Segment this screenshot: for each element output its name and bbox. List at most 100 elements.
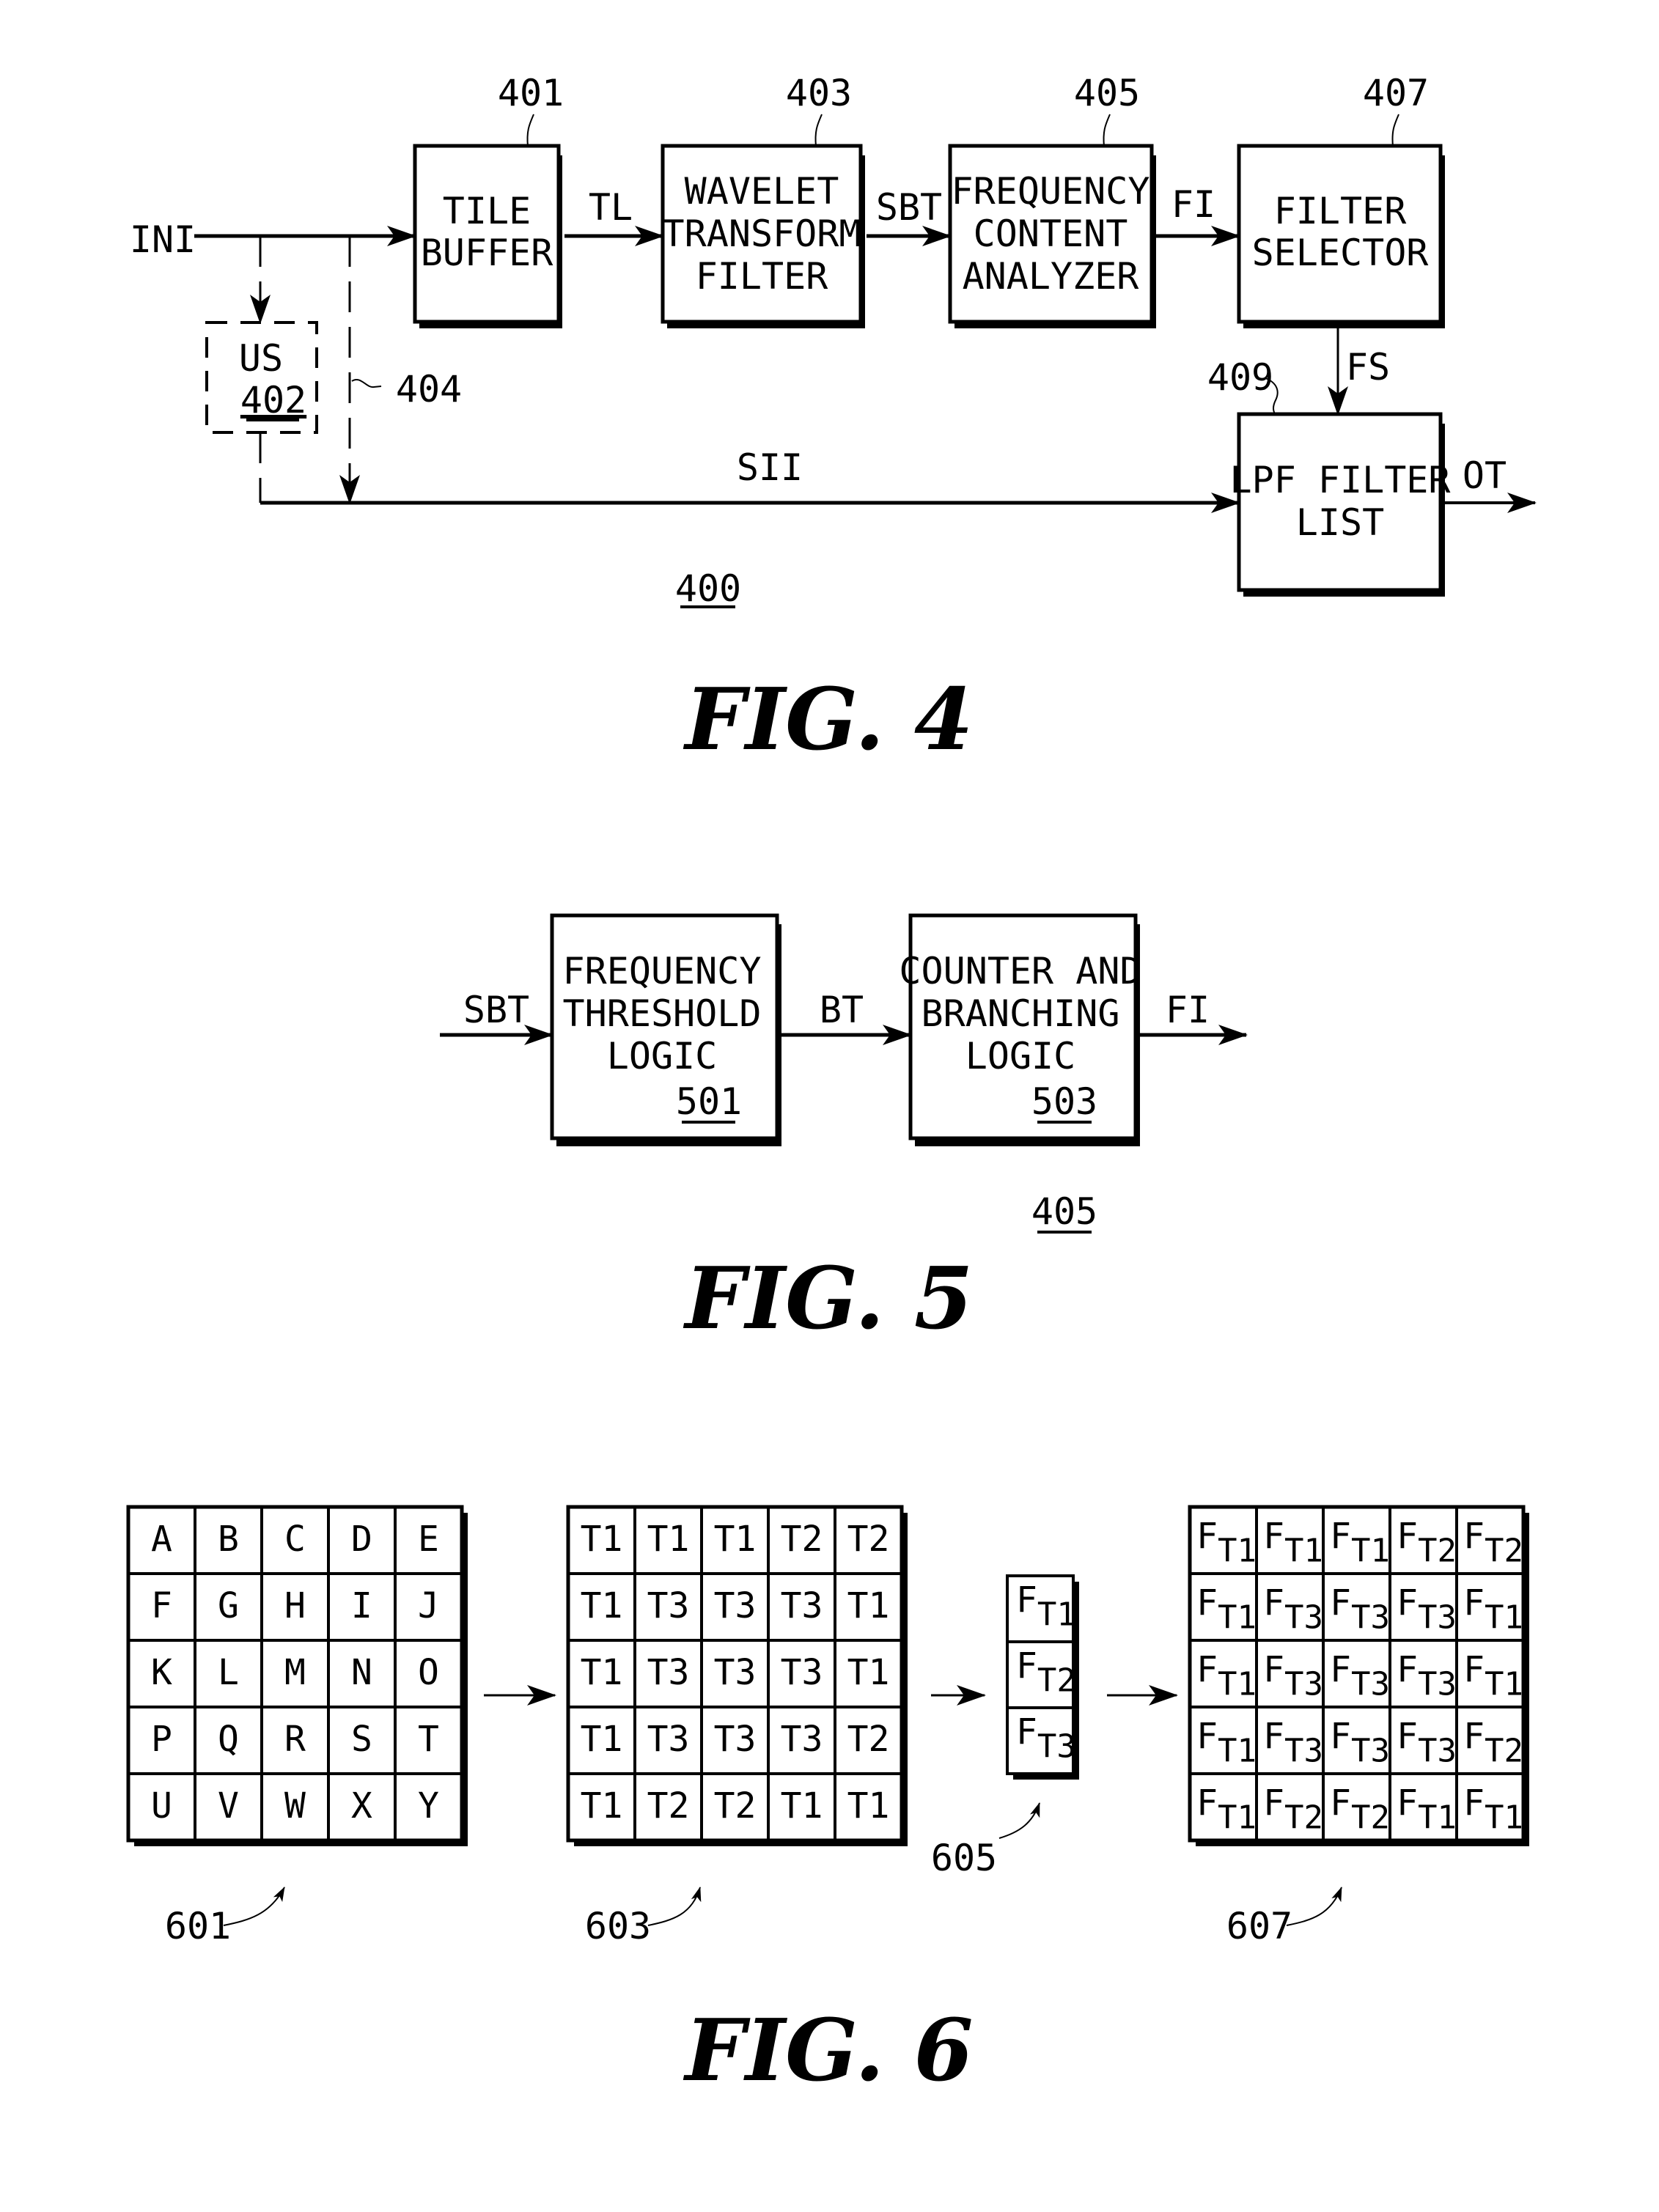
cell-label: T2 xyxy=(847,1719,890,1760)
cell-label: T3 xyxy=(647,1652,690,1693)
cell-label: G xyxy=(218,1585,239,1626)
cell-label: T1 xyxy=(714,1519,757,1560)
ref-numeral-607: 607 xyxy=(1226,1905,1292,1947)
block-label-line: LPF FILTER xyxy=(1229,459,1451,501)
cell-label: I xyxy=(351,1585,372,1626)
cell-label: T3 xyxy=(714,1585,757,1626)
cell-label: T3 xyxy=(781,1585,823,1626)
signal-label-bt: BT xyxy=(820,989,864,1031)
cell-label: J xyxy=(418,1585,439,1626)
block-label-line: FREQUENCY xyxy=(952,170,1150,213)
figure-6: A B C D E F G H I J K L M N O P Q R S T U V W X Y T1 T1 T1 T2 T2 T1 T3… xyxy=(126,1505,1529,2101)
signal-label-ot: OT xyxy=(1463,454,1507,497)
cell-label: T1 xyxy=(847,1785,890,1826)
block-lpf-filter-list: LPF FILTER LIST xyxy=(1229,412,1451,597)
block-label-line: WAVELET xyxy=(685,170,839,213)
block-label-line: LOGIC xyxy=(965,1035,1076,1077)
block-label-line: FREQUENCY xyxy=(563,950,762,992)
cell-label: T1 xyxy=(581,1519,623,1560)
cell-label: L xyxy=(218,1652,239,1693)
cell-label: C xyxy=(284,1519,306,1560)
block-label-line: BRANCHING xyxy=(922,992,1120,1035)
signal-label-tl: TL xyxy=(589,186,633,229)
cell-label: P xyxy=(151,1719,172,1760)
block-wavelet-transform-filter: WAVELET TRANSFORM FILTER xyxy=(661,144,865,328)
ref-numeral-402: 402 xyxy=(240,379,306,421)
cell-label: E xyxy=(418,1519,439,1560)
figure-5: FREQUENCY THRESHOLD LOGIC 501 COUNTER AN… xyxy=(440,913,1248,1349)
list-605-filter-set: FT1FT2FT3 xyxy=(1006,1574,1079,1780)
cell-label: S xyxy=(351,1719,372,1760)
cell-label: Q xyxy=(218,1719,239,1760)
ref-numeral-501: 501 xyxy=(676,1080,742,1123)
system-ref-405: 405 xyxy=(1031,1190,1097,1233)
cell-label: T1 xyxy=(581,1585,623,1626)
ref-numeral-405: 405 xyxy=(1074,72,1140,114)
us-label: US xyxy=(239,337,283,380)
cell-label: T2 xyxy=(647,1785,690,1826)
leader-arrow xyxy=(647,1887,702,1926)
grid-607-filter-assignment: FT1 FT1 FT1 FT2 FT2FT1 FT3 FT3 FT3 FT1FT1 FT3 FT3 F… xyxy=(1188,1505,1529,1846)
block-label-line: SELECTOR xyxy=(1252,232,1430,274)
cell-label: T1 xyxy=(581,1785,623,1826)
signal-label-fi: FI xyxy=(1166,989,1210,1031)
grid-601-pixel-tile: A B C D E F G H I J K L M N O P Q R S T U V W X Y xyxy=(126,1505,468,1846)
cell-label: T3 xyxy=(647,1719,690,1760)
ref-numeral-605: 605 xyxy=(931,1837,997,1879)
cell-label: T2 xyxy=(781,1519,823,1560)
block-frequency-threshold-logic: FREQUENCY THRESHOLD LOGIC 501 xyxy=(550,913,781,1146)
cell-label: T3 xyxy=(714,1652,757,1693)
cell-label: R xyxy=(284,1719,306,1760)
ref-numeral-601: 601 xyxy=(165,1905,231,1947)
cell-label: T1 xyxy=(647,1519,690,1560)
block-label-line: TILE xyxy=(443,190,531,232)
block-counter-and-branching-logic: COUNTER AND BRANCHING LOGIC 503 xyxy=(899,913,1142,1146)
grid-603-tile-classification: T1 T1 T1 T2 T2 T1 T3 T3 T3 T1 T1 T3 T3 T3 T1 T1 T3 T3 T3 T2… xyxy=(566,1505,908,1846)
patent-drawing-sheet: TILE BUFFER WAVELET TRANSFORM FILTER FRE… xyxy=(126,72,1537,2101)
block-label-line: LOGIC xyxy=(607,1035,718,1077)
cell-label: T1 xyxy=(847,1585,890,1626)
signal-label-sii: SII xyxy=(737,446,803,489)
block-label-line: COUNTER AND xyxy=(899,950,1141,992)
cell-label: T1 xyxy=(581,1652,623,1693)
leader-line xyxy=(1391,114,1399,147)
leader-line xyxy=(814,114,823,147)
signal-label-ini: INI xyxy=(130,218,196,261)
ref-numeral-503: 503 xyxy=(1031,1080,1097,1123)
cell-label: A xyxy=(151,1519,172,1560)
block-label-line: BUFFER xyxy=(421,232,554,274)
cell-label: K xyxy=(151,1652,172,1693)
leader-arrow xyxy=(223,1887,285,1926)
figure-title-5: FIG. 5 xyxy=(683,1249,973,1349)
cell-label: Y xyxy=(418,1785,439,1826)
figure-title-6: FIG. 6 xyxy=(683,2001,973,2101)
block-label-line: ANALYZER xyxy=(963,255,1140,298)
cell-label: T1 xyxy=(781,1785,823,1826)
figure-title-4: FIG. 4 xyxy=(683,670,973,770)
block-label-line: FILTER xyxy=(696,255,829,298)
cell-label: T xyxy=(418,1719,439,1760)
block-tile-buffer: TILE BUFFER xyxy=(413,144,562,328)
ref-numeral-409: 409 xyxy=(1207,356,1273,399)
cell-label: F xyxy=(151,1585,172,1626)
ref-numeral-404: 404 xyxy=(396,368,462,410)
leader-arrow xyxy=(998,1802,1040,1839)
leader-line xyxy=(1103,114,1111,147)
cell-label: T2 xyxy=(714,1785,757,1826)
cell-label: T3 xyxy=(647,1585,690,1626)
cell-label: T1 xyxy=(581,1719,623,1760)
leader-line xyxy=(351,379,382,388)
ref-numeral-401: 401 xyxy=(498,72,564,114)
ref-numeral-407: 407 xyxy=(1363,72,1429,114)
ref-numeral-403: 403 xyxy=(786,72,852,114)
block-label-line: FILTER xyxy=(1274,190,1408,232)
cell-label: T3 xyxy=(781,1652,823,1693)
leader-arrow xyxy=(1286,1887,1342,1926)
figure-4: TILE BUFFER WAVELET TRANSFORM FILTER FRE… xyxy=(130,72,1537,770)
cell-label: X xyxy=(351,1785,372,1826)
system-ref-400: 400 xyxy=(675,567,741,610)
cell-label: D xyxy=(351,1519,372,1560)
cell-label: T1 xyxy=(847,1652,890,1693)
ref-numeral-603: 603 xyxy=(585,1905,651,1947)
cell-label: V xyxy=(218,1785,239,1826)
